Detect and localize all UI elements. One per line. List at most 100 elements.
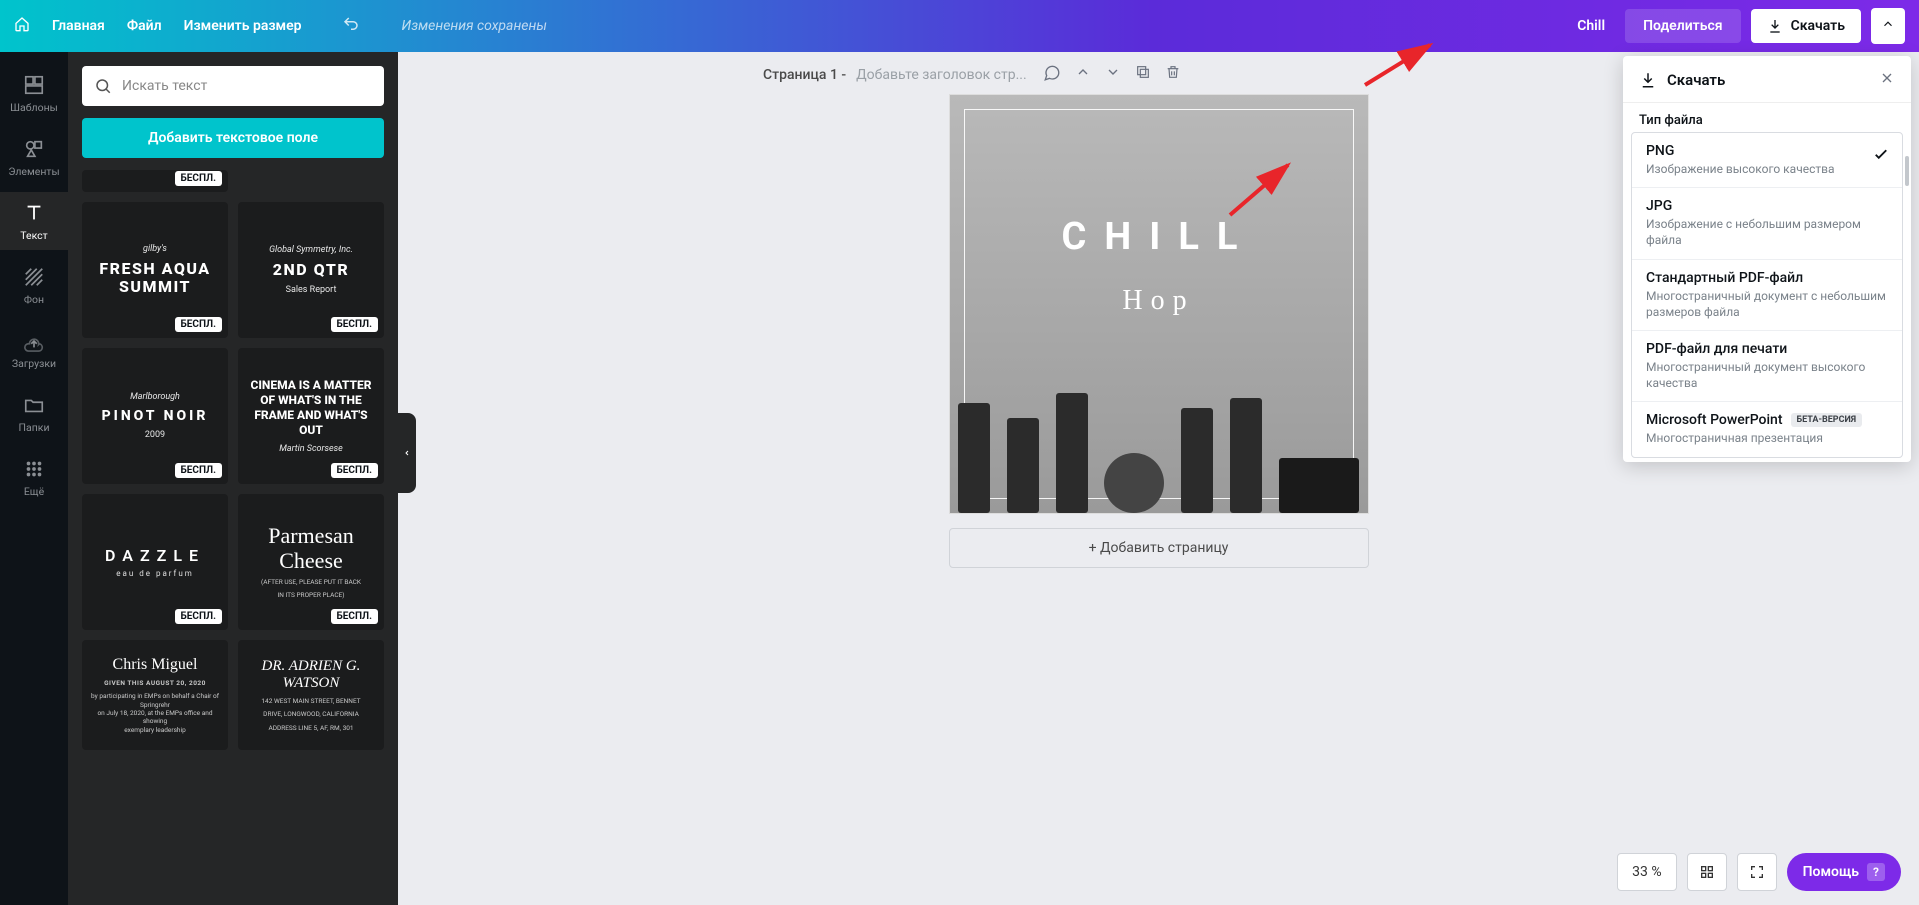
- file-type-option-jpg[interactable]: JPG Изображение с небольшим размером фай…: [1632, 187, 1902, 258]
- text-template-card[interactable]: БЕСПЛ.: [82, 170, 228, 192]
- text-templates-grid: БЕСПЛ. gilby's FRESH AQUA SUMMIT БЕСПЛ. …: [82, 170, 384, 750]
- template-line: IN ITS PROPER PLACE): [277, 591, 344, 599]
- left-rail: Шаблоны Элементы Текст Фон Загрузки Папк…: [0, 52, 68, 905]
- rail-elements-label: Элементы: [8, 165, 59, 178]
- nav-file[interactable]: Файл: [127, 18, 162, 34]
- duplicate-page-icon[interactable]: [1135, 64, 1151, 86]
- download-caret-button[interactable]: [1871, 8, 1905, 44]
- search-wrap: [82, 66, 384, 106]
- text-template-card[interactable]: Marlborough PINOT NOIR 2009 БЕСПЛ.: [82, 348, 228, 484]
- rail-elements[interactable]: Элементы: [0, 128, 68, 186]
- text-template-card[interactable]: Parmesan Cheese (AFTER USE, PLEASE PUT I…: [238, 494, 384, 630]
- notes-icon[interactable]: [1043, 64, 1061, 86]
- template-line: GIVEN THIS AUGUST 20, 2020: [104, 679, 206, 687]
- question-icon: ?: [1867, 863, 1885, 881]
- more-icon: [23, 458, 45, 480]
- chevron-left-icon: [403, 447, 411, 459]
- design-title[interactable]: Chill: [1577, 18, 1605, 34]
- template-line: (AFTER USE, PLEASE PUT IT BACK: [261, 578, 361, 586]
- template-line: Sales Report: [286, 285, 337, 295]
- template-line: CINEMA IS A MATTER OF WHAT'S IN THE FRAM…: [246, 378, 376, 438]
- canvas-text-subtitle[interactable]: Hop: [950, 285, 1368, 317]
- delete-page-icon[interactable]: [1165, 64, 1181, 86]
- rail-more[interactable]: Ещё: [0, 448, 68, 506]
- text-template-card[interactable]: gilby's FRESH AQUA SUMMIT БЕСПЛ.: [82, 202, 228, 338]
- option-desc: Многостраничный документ высокого качест…: [1646, 359, 1888, 391]
- elements-icon: [23, 138, 45, 160]
- text-template-card[interactable]: CINEMA IS A MATTER OF WHAT'S IN THE FRAM…: [238, 348, 384, 484]
- text-template-card[interactable]: Global Symmetry, Inc. 2ND QTR Sales Repo…: [238, 202, 384, 338]
- undo-icon[interactable]: [342, 15, 360, 37]
- rail-folders[interactable]: Папки: [0, 384, 68, 442]
- file-type-option-pdf-print[interactable]: PDF-файл для печати Многостраничный доку…: [1632, 330, 1902, 401]
- rail-text-label: Текст: [20, 229, 47, 242]
- rail-uploads[interactable]: Загрузки: [0, 320, 68, 378]
- free-badge: БЕСПЛ.: [175, 609, 222, 624]
- download-icon: [1767, 18, 1783, 34]
- chevron-up-icon: [1881, 17, 1895, 31]
- background-icon: [23, 266, 45, 288]
- file-type-options: PNG Изображение высокого качества JPG Из…: [1631, 132, 1903, 458]
- template-line: DAZZLE: [105, 546, 205, 565]
- rail-folders-label: Папки: [19, 421, 50, 434]
- text-panel: Добавить текстовое поле БЕСПЛ. gilby's F…: [68, 52, 398, 905]
- text-icon: [23, 202, 45, 224]
- template-line: eau de parfum: [116, 569, 194, 578]
- close-icon[interactable]: [1879, 70, 1895, 90]
- panel-collapse-handle[interactable]: [398, 413, 416, 493]
- download-dropdown-title: Скачать: [1667, 71, 1725, 89]
- text-template-card[interactable]: DR. ADRIEN G. WATSON 142 WEST MAIN STREE…: [238, 640, 384, 750]
- text-template-card[interactable]: DAZZLE eau de parfum БЕСПЛ.: [82, 494, 228, 630]
- search-input[interactable]: [82, 66, 384, 106]
- nav-home[interactable]: Главная: [52, 18, 105, 34]
- option-desc: Многостраничный документ с небольшим раз…: [1646, 288, 1888, 320]
- template-line: Marlborough: [130, 392, 180, 402]
- design-canvas[interactable]: CHILL Hop: [949, 94, 1369, 514]
- zoom-value[interactable]: 33 %: [1617, 853, 1676, 891]
- download-button[interactable]: Скачать: [1751, 9, 1861, 43]
- template-line: gilby's: [143, 244, 167, 254]
- canvas-image: [950, 353, 1368, 513]
- share-button[interactable]: Поделиться: [1625, 9, 1740, 43]
- template-line: FRESH AQUA: [99, 260, 210, 278]
- add-page-button[interactable]: + Добавить страницу: [949, 528, 1369, 568]
- page-up-icon[interactable]: [1075, 64, 1091, 86]
- free-badge: БЕСПЛ.: [175, 171, 222, 186]
- file-type-option-pdf-standard[interactable]: Стандартный PDF-файл Многостраничный док…: [1632, 259, 1902, 330]
- template-line: SUMMIT: [119, 278, 191, 296]
- search-icon: [94, 77, 112, 99]
- option-desc: Изображение с небольшим размером файла: [1646, 216, 1888, 248]
- template-line: WATSON: [283, 675, 340, 692]
- template-line: DRIVE, LONGWOOD, CALIFORNIA: [263, 710, 359, 718]
- help-button[interactable]: Помощь ?: [1787, 853, 1901, 891]
- canvas-text-title[interactable]: CHILL: [950, 215, 1368, 259]
- rail-background[interactable]: Фон: [0, 256, 68, 314]
- save-status: Изменения сохранены: [402, 18, 547, 34]
- page-down-icon[interactable]: [1105, 64, 1121, 86]
- page-title-placeholder[interactable]: Добавьте заголовок стр...: [856, 67, 1027, 83]
- free-badge: БЕСПЛ.: [331, 609, 378, 624]
- nav-resize[interactable]: Изменить размер: [184, 18, 302, 34]
- beta-badge: БЕТА-ВЕРСИЯ: [1791, 413, 1863, 427]
- file-type-option-png[interactable]: PNG Изображение высокого качества: [1632, 133, 1902, 187]
- check-icon: [1872, 145, 1890, 167]
- grid-view-icon[interactable]: [1687, 853, 1727, 891]
- home-icon[interactable]: [14, 16, 30, 36]
- template-line: Martin Scorsese: [279, 444, 343, 454]
- file-type-label: Тип файла: [1623, 103, 1911, 132]
- template-line: 2009: [145, 430, 165, 440]
- folders-icon: [23, 394, 45, 416]
- dropdown-scrollbar[interactable]: [1905, 156, 1909, 186]
- free-badge: БЕСПЛ.: [331, 317, 378, 332]
- file-type-option-pptx[interactable]: Microsoft PowerPoint БЕТА-ВЕРСИЯ Многост…: [1632, 401, 1902, 456]
- template-line: by participating in EMPs on behalf a Cha…: [90, 692, 220, 734]
- rail-text[interactable]: Текст: [0, 192, 68, 250]
- option-name: Стандартный PDF-файл: [1646, 270, 1888, 286]
- add-text-button[interactable]: Добавить текстовое поле: [82, 118, 384, 158]
- fullscreen-icon[interactable]: [1737, 853, 1777, 891]
- template-line: Global Symmetry, Inc.: [269, 245, 353, 255]
- text-template-card[interactable]: Chris Miguel GIVEN THIS AUGUST 20, 2020 …: [82, 640, 228, 750]
- template-line: DR. ADRIEN G.: [262, 658, 361, 675]
- option-name: Microsoft PowerPoint БЕТА-ВЕРСИЯ: [1646, 412, 1888, 428]
- rail-templates[interactable]: Шаблоны: [0, 64, 68, 122]
